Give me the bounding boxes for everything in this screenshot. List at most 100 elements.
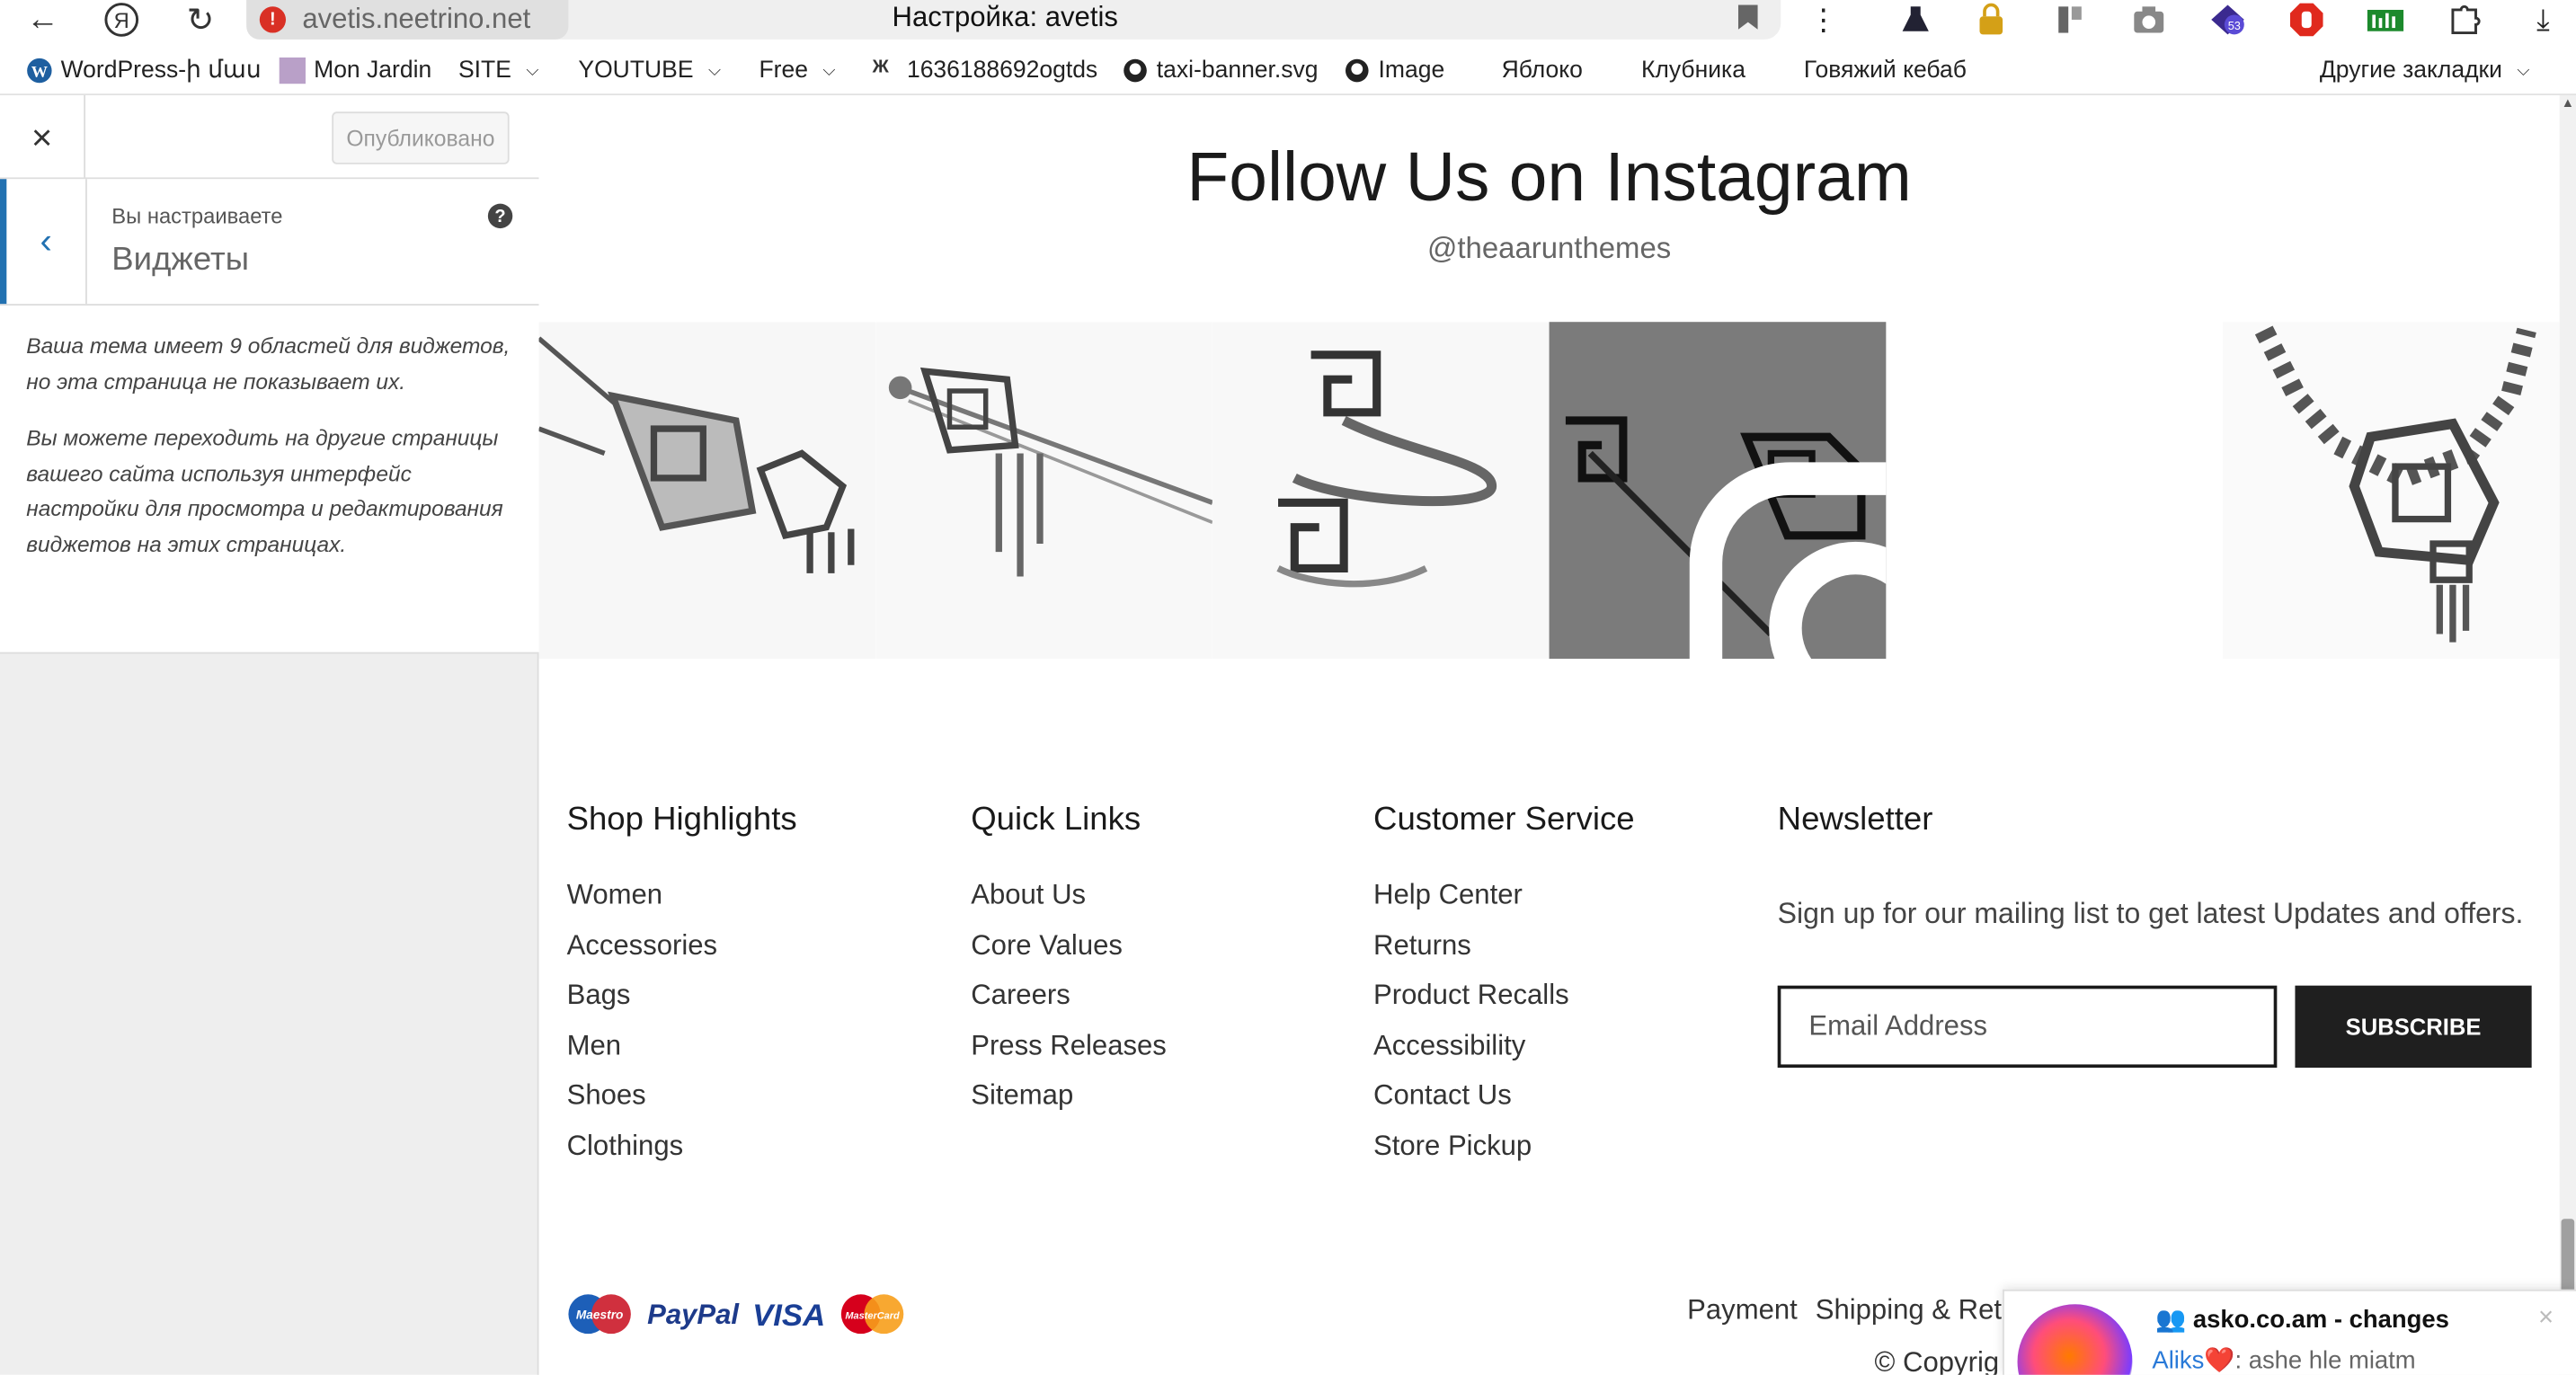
bookmark-label: Другие закладки [2319,57,2502,84]
description-paragraph: Ваша тема имеет 9 областей для виджетов,… [26,333,511,394]
bookmark-image-file[interactable]: Ж 1636188692ogtds [873,58,1124,84]
preview-scrollbar[interactable]: ▲ [2559,95,2576,1375]
logo-text: PayPal [647,1299,740,1330]
meter-extension-icon[interactable] [2366,0,2405,40]
scrollbar-thumb[interactable] [2561,1219,2575,1295]
bookmark-icon[interactable] [1737,4,1758,30]
bookmark-folder-youtube[interactable]: YOUTUBE ⌵ [578,58,720,84]
widgets-description: Ваша тема имеет 9 областей для виджетов,… [0,305,539,654]
footer-link[interactable]: Store Pickup [1373,1122,1635,1172]
svg-text:W: W [31,63,48,81]
close-icon[interactable]: × [2538,1304,2554,1334]
bookmark-other[interactable]: Другие закладки ⌵ [2320,58,2529,84]
reload-icon[interactable]: ↻ [181,0,220,40]
footer-link[interactable]: Returns [1373,921,1635,971]
extension-flask-icon[interactable] [1896,0,1935,40]
bookmark-mon-jardin[interactable]: Mon Jardin [279,57,431,84]
help-icon[interactable]: ? [487,203,513,229]
group-icon: 👥 [2155,1306,2187,1335]
lock-extension-icon[interactable] [1971,0,2011,40]
bookmark-folder-free[interactable]: Free ⌵ [759,58,835,84]
subscribe-button[interactable]: SUBSCRIBE [2295,985,2532,1069]
footer-link[interactable]: Careers [971,971,1167,1022]
footer-link[interactable]: Press Releases [971,1021,1167,1071]
chevron-down-icon: ⌵ [526,61,539,80]
bookmark-label: Image [1378,57,1445,84]
sender-name: Aliks [2152,1346,2205,1375]
heart-icon: ❤️ [2204,1346,2235,1375]
bars-extension-icon[interactable] [2050,0,2090,40]
footer-link[interactable]: Shoes [567,1071,797,1122]
yandex-icon[interactable]: Я [102,0,141,40]
instagram-photo-hover[interactable] [1549,322,1887,659]
instagram-photo[interactable] [2223,322,2560,659]
notification-title-text: asko.co.am - changes [2192,1306,2449,1335]
footer-link[interactable]: About Us [971,871,1167,921]
folder-icon [279,57,306,84]
footer-link[interactable]: Bags [567,971,797,1022]
copyright-text: © Copyrig [1874,1346,2000,1375]
footer-link[interactable]: Accessibility [1373,1021,1635,1071]
footer-heading: Quick Links [971,801,1141,838]
bookmark-taxi-banner[interactable]: taxi-banner.svg [1122,58,1319,84]
customizer-sidebar: × Опубликовано ‹ Вы настраиваете Виджеты… [0,95,539,1375]
footer-link[interactable]: Core Values [971,921,1167,971]
page-icon: Ж [872,57,889,77]
extension-badge-icon[interactable]: 53 [2208,0,2248,40]
bookmark-folder-site[interactable]: SITE ⌵ [458,58,538,84]
email-field[interactable]: Email Address [1777,985,2278,1069]
instagram-gallery [538,322,2560,659]
newsletter-text: Sign up for our mailing list to get late… [1777,896,2524,930]
customizer-header: × Опубликовано [0,95,539,180]
download-icon[interactable]: ⤓ [2524,0,2563,40]
footer-bottom-link[interactable]: Payment [1687,1294,1798,1327]
footer-link[interactable]: Accessories [567,921,797,971]
camera-icon[interactable] [2129,0,2169,40]
address-bar[interactable]: ! avetis.neetrino.net Настройка: avetis [246,0,1781,40]
instagram-handle[interactable]: @theaarunthemes [539,232,2560,266]
site-info-pill[interactable]: ! avetis.neetrino.net [246,0,569,40]
footer-link[interactable]: Men [567,1021,797,1071]
publish-button[interactable]: Опубликовано [332,111,510,164]
footer-link[interactable]: Clothings [567,1122,797,1172]
site-preview: Follow Us on Instagram @theaarunthemes S… [538,95,2560,1375]
bookmark-label: SITE [457,57,511,84]
instagram-photo[interactable] [1886,322,2224,659]
footer-link[interactable]: Contact Us [1373,1071,1635,1122]
bookmark-apple[interactable]: Яблоко [1502,58,1583,84]
bookmark-wordpress[interactable]: W WordPress-ի մաս [26,58,262,84]
chevron-left-icon[interactable]: ‹ [0,179,87,305]
bookmark-label: Яблоко [1501,57,1583,84]
browser-toolbar: ← Я ↻ ! avetis.neetrino.net Настройка: a… [0,0,2576,49]
bookmark-label: 1636188692ogtds [906,57,1098,84]
chevron-down-icon: ⌵ [707,61,721,80]
puzzle-extension-icon[interactable] [2445,0,2484,40]
chevron-down-icon: ⌵ [2517,61,2530,80]
footer-link[interactable]: Sitemap [971,1071,1167,1122]
chat-notification[interactable]: 👥 asko.co.am - changes Aliks❤️: ashe hle… [2003,1289,2576,1375]
instagram-photo[interactable] [1212,322,1550,659]
scroll-up-icon[interactable]: ▲ [2560,95,2576,111]
notification-message: Aliks❤️: ashe hle miatm [2152,1345,2415,1375]
chevron-down-icon: ⌵ [822,61,836,80]
bookmark-strawberry[interactable]: Клубника [1641,58,1745,84]
footer-link[interactable]: Women [567,871,797,921]
avatar [2017,1304,2133,1375]
bookmark-label: Клубника [1640,57,1745,84]
page-title: Настройка: avetis [892,1,1118,33]
instagram-photo[interactable] [538,322,876,659]
bookmark-kebab[interactable]: Говяжий кебаб [1804,58,1967,84]
adblock-icon[interactable] [2287,0,2326,40]
logo-text: Maestro [576,1308,623,1322]
menu-dots-icon[interactable]: ⋮ [1804,0,1843,40]
description-paragraph: Вы можете переходить на другие страницы … [26,425,503,556]
instagram-photo[interactable] [875,322,1212,659]
footer-bottom-link[interactable]: Shipping & Ret [1816,1294,2002,1327]
close-icon[interactable]: × [0,95,86,180]
footer-link[interactable]: Product Recalls [1373,971,1635,1022]
security-warning-icon[interactable]: ! [259,6,287,33]
back-arrow-icon[interactable]: ← [23,0,63,40]
notification-title: 👥 asko.co.am - changes [2155,1304,2449,1334]
bookmark-image[interactable]: Image [1344,58,1444,84]
footer-link[interactable]: Help Center [1373,871,1635,921]
